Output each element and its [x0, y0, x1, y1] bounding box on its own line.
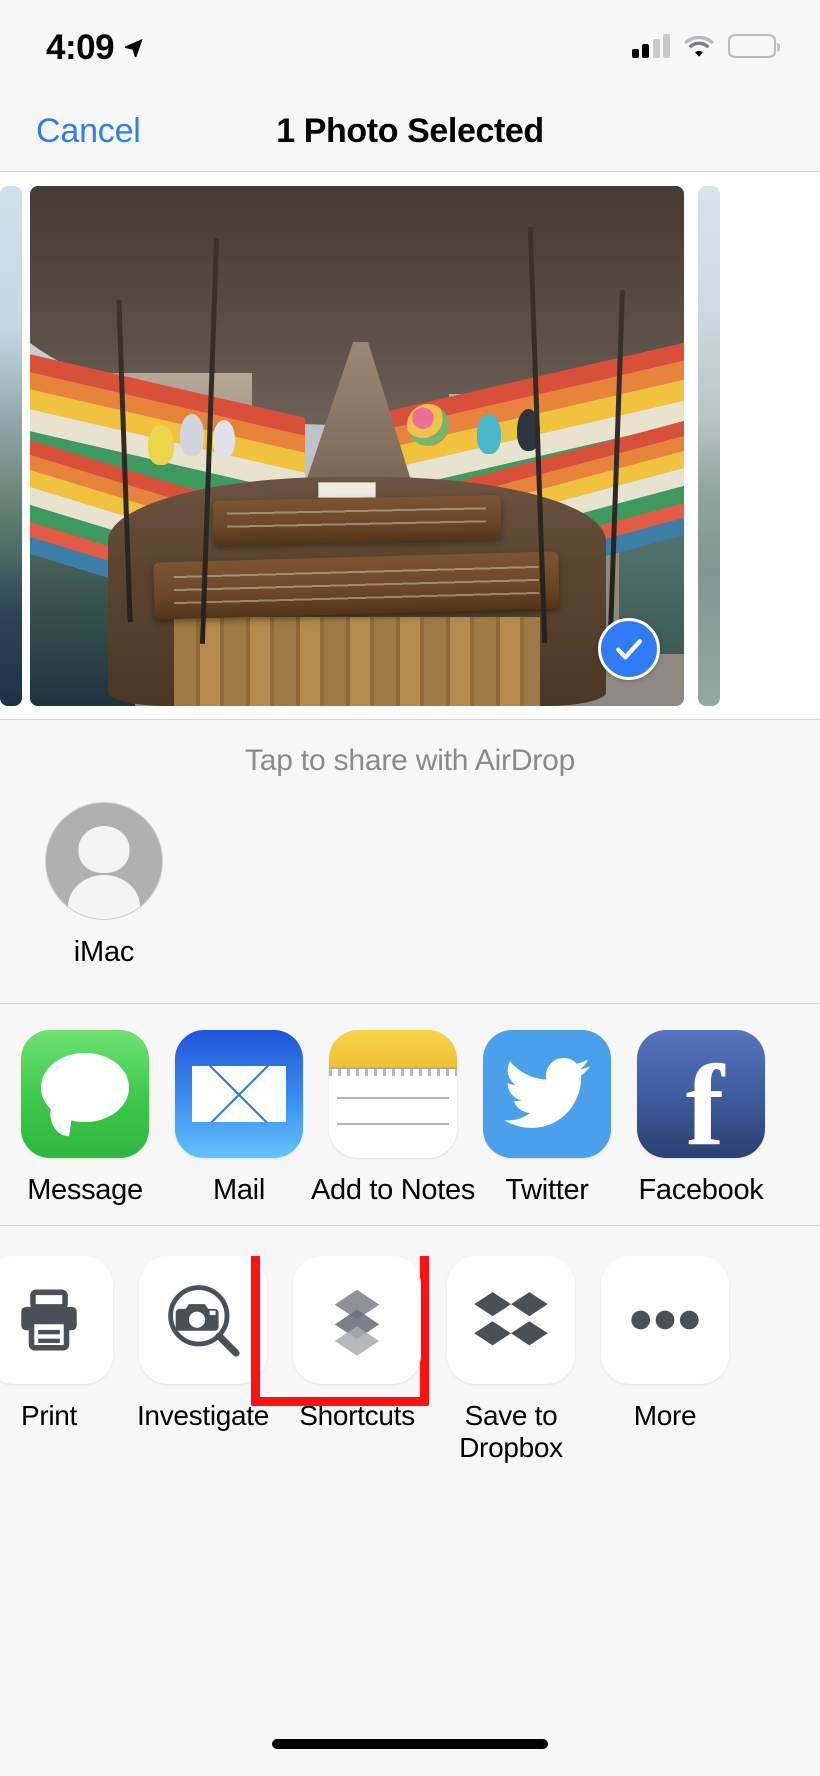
- share-app-message[interactable]: Message: [8, 1030, 162, 1207]
- share-action-label: Shortcuts: [299, 1400, 415, 1431]
- share-action-save-to-dropbox[interactable]: Save to Dropbox: [434, 1256, 588, 1465]
- share-app-row[interactable]: Message Mail Add to Notes Twitter f Face…: [0, 1004, 820, 1226]
- ellipsis-icon: [601, 1256, 729, 1384]
- share-action-shortcuts[interactable]: Shortcuts: [251, 1256, 434, 1465]
- notes-icon: [329, 1030, 457, 1158]
- mail-icon: [175, 1030, 303, 1158]
- messages-icon: [21, 1030, 149, 1158]
- share-app-label: Facebook: [638, 1174, 764, 1206]
- share-app-facebook[interactable]: f Facebook: [624, 1030, 778, 1207]
- location-arrow-icon: [124, 38, 143, 58]
- airdrop-targets: iMac: [0, 802, 820, 969]
- cellular-bars-icon: [631, 34, 670, 58]
- cancel-button[interactable]: Cancel: [36, 112, 141, 151]
- status-bar-right: [631, 34, 780, 58]
- photo-thumbnail-previous[interactable]: [0, 185, 22, 706]
- status-bar-left: 4:09: [46, 27, 145, 65]
- share-action-label: More: [633, 1400, 697, 1431]
- wifi-icon: [684, 35, 714, 57]
- photo-strip[interactable]: [0, 172, 820, 720]
- share-app-label: Message: [27, 1174, 143, 1206]
- home-indicator-area: [0, 1712, 820, 1776]
- checkmark-icon: [616, 638, 642, 659]
- share-app-mail[interactable]: Mail: [162, 1030, 316, 1207]
- status-bar: 4:09: [0, 0, 820, 92]
- share-action-section: Print Investigate Shortcuts Save to Drop…: [0, 1226, 820, 1475]
- airdrop-hint: Tap to share with AirDrop: [244, 744, 576, 777]
- photo-image: [30, 185, 684, 706]
- share-app-add-to-notes[interactable]: Add to Notes: [311, 1030, 475, 1207]
- battery-icon: [728, 34, 780, 58]
- photo-thumbnail-selected[interactable]: [30, 185, 684, 706]
- airdrop-section: Tap to share with AirDrop iMac: [0, 720, 820, 1004]
- share-action-more[interactable]: More: [588, 1256, 742, 1465]
- airdrop-target-label: iMac: [73, 936, 135, 968]
- facebook-icon: f: [637, 1030, 765, 1158]
- share-action-print[interactable]: Print: [0, 1256, 126, 1465]
- share-action-investigate[interactable]: Investigate: [126, 1256, 280, 1465]
- camera-search-icon: [139, 1256, 267, 1384]
- share-app-label: Twitter: [505, 1174, 589, 1206]
- share-app-twitter[interactable]: Twitter: [470, 1030, 624, 1207]
- photo-thumbnail-next[interactable]: [698, 185, 720, 706]
- share-action-row[interactable]: Print Investigate Shortcuts Save to Drop…: [0, 1256, 820, 1465]
- share-action-label: Investigate: [136, 1400, 270, 1431]
- share-app-label: Mail: [213, 1174, 265, 1206]
- airdrop-target-imac[interactable]: iMac: [16, 802, 192, 969]
- shortcuts-icon: [293, 1256, 421, 1384]
- photo-selected-badge[interactable]: [598, 617, 660, 680]
- share-action-label: Save to Dropbox: [459, 1400, 563, 1464]
- share-action-label: Print: [20, 1400, 78, 1431]
- person-avatar-icon: [45, 802, 163, 920]
- twitter-icon: [483, 1030, 611, 1158]
- status-time: 4:09: [46, 28, 115, 67]
- navigation-bar: Cancel 1 Photo Selected: [0, 92, 820, 172]
- home-indicator[interactable]: [272, 1739, 548, 1749]
- dropbox-icon: [447, 1256, 575, 1384]
- printer-icon: [0, 1256, 113, 1384]
- share-app-label: Add to Notes: [310, 1174, 476, 1206]
